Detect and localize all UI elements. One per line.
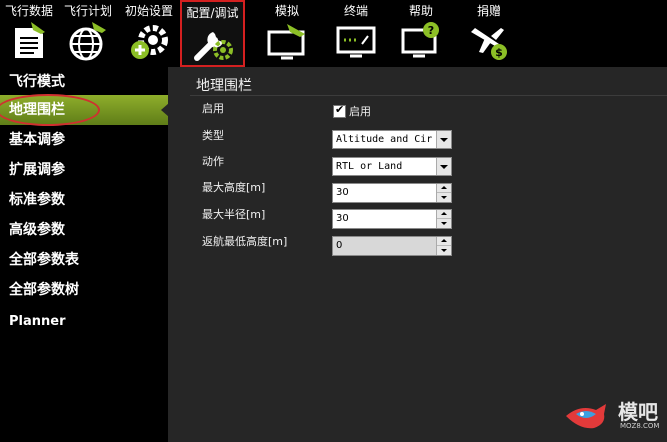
toolbar-label: 飞行数据 xyxy=(4,4,53,18)
globe-icon xyxy=(69,22,106,61)
toolbar-flight-data[interactable]: 飞行数据 xyxy=(2,0,56,67)
sidebar-item-label: 全部参数表 xyxy=(9,252,79,268)
toolbar-flight-plan[interactable]: 飞行计划 xyxy=(60,0,116,67)
max-altitude-value: 30 xyxy=(336,187,349,198)
monitor-help-icon: ? xyxy=(401,22,439,58)
sidebar-item-extended-tuning[interactable]: 扩展调参 xyxy=(0,155,168,185)
action-select[interactable]: RTL or Land xyxy=(332,157,452,176)
toolbar-help[interactable]: 帮助 ? xyxy=(392,0,450,67)
max-radius-label: 最大半径[m] xyxy=(202,208,266,221)
sidebar-item-label: 飞行模式 xyxy=(9,74,65,90)
toolbar-label: 初始设置 xyxy=(124,4,173,18)
sidebar-item-full-param-list[interactable]: 全部参数表 xyxy=(0,245,168,275)
toolbar-label: 终端 xyxy=(343,4,368,18)
toolbar-label: 模拟 xyxy=(274,4,299,18)
sidebar-item-standard-params[interactable]: 标准参数 xyxy=(0,185,168,215)
watermark-text: 模吧 xyxy=(618,400,658,424)
sidebar-item-geofence[interactable]: 地理围栏 xyxy=(0,94,169,126)
title-divider xyxy=(190,95,667,96)
wrench-gear-icon xyxy=(193,32,233,61)
watermark-url: MOZ8.COM xyxy=(620,422,660,430)
sidebar-item-label: 标准参数 xyxy=(9,192,65,208)
svg-text:$: $ xyxy=(495,46,503,59)
enable-checkbox[interactable]: ✔ xyxy=(333,103,346,118)
max-radius-input[interactable]: 30 xyxy=(332,209,452,229)
max-radius-value: 30 xyxy=(336,213,349,224)
geofence-panel: 地理围栏 启用 ✔ 启用 类型 Altitude and Cir 动作 RTL … xyxy=(168,67,667,442)
type-select-value: Altitude and Cir xyxy=(336,134,433,145)
toolbar-donate[interactable]: 捐赠 $ xyxy=(460,0,518,67)
sidebar-item-planner[interactable]: Planner xyxy=(0,307,168,337)
max-radius-stepper xyxy=(436,210,451,228)
flight-data-icon xyxy=(15,22,45,58)
decrement-icon[interactable] xyxy=(437,219,451,228)
gear-plus-icon xyxy=(131,25,168,59)
toolbar-initial-setup[interactable]: 初始设置 xyxy=(120,0,178,67)
svg-text:?: ? xyxy=(428,24,434,37)
toolbar-label: 飞行计划 xyxy=(63,4,112,18)
max-altitude-label: 最大高度[m] xyxy=(202,181,266,194)
chevron-down-icon[interactable] xyxy=(436,131,451,148)
sidebar-item-flight-modes[interactable]: 飞行模式 xyxy=(0,67,168,97)
sidebar-item-label: 全部参数树 xyxy=(9,282,79,298)
toolbar-label: 帮助 xyxy=(408,4,433,18)
sidebar-item-advanced-params[interactable]: 高级参数 xyxy=(0,215,168,245)
rtl-min-altitude-label: 返航最低高度[m] xyxy=(202,235,288,248)
checkmark-icon: ✔ xyxy=(335,103,345,116)
sidebar: 飞行模式 地理围栏 基本调参 扩展调参 标准参数 高级参数 全部参数表 全部参数… xyxy=(0,67,169,442)
decrement-icon[interactable] xyxy=(437,193,451,202)
sidebar-item-label: Planner xyxy=(9,314,66,329)
top-toolbar: 飞行数据 飞行计划 初始设置 配置/调试 模拟 终端 帮助 ? 捐赠 $ xyxy=(0,0,667,67)
enable-label: 启用 xyxy=(202,102,224,115)
action-select-value: RTL or Land xyxy=(336,161,403,172)
max-altitude-input[interactable]: 30 xyxy=(332,183,452,203)
highlight-ellipse xyxy=(0,94,100,126)
plane-dollar-icon: $ xyxy=(471,28,507,60)
monitor-plane-icon xyxy=(267,24,305,60)
increment-icon[interactable] xyxy=(437,237,451,246)
sidebar-item-basic-tuning[interactable]: 基本调参 xyxy=(0,125,168,155)
action-label: 动作 xyxy=(202,155,224,168)
chevron-down-icon[interactable] xyxy=(436,158,451,175)
toolbar-terminal[interactable]: 终端 xyxy=(328,0,384,67)
enable-checkbox-label[interactable]: 启用 xyxy=(349,103,371,119)
increment-icon[interactable] xyxy=(437,210,451,219)
rtl-min-altitude-input[interactable]: 0 xyxy=(332,236,452,256)
sidebar-item-label: 高级参数 xyxy=(9,222,65,238)
sidebar-item-label: 基本调参 xyxy=(9,132,65,148)
monitor-terminal-icon xyxy=(336,26,376,58)
rtl-min-altitude-value: 0 xyxy=(336,240,343,251)
toolbar-label: 捐赠 xyxy=(476,4,501,18)
panel-title: 地理围栏 xyxy=(196,78,252,94)
type-select[interactable]: Altitude and Cir xyxy=(332,130,452,149)
rtl-min-altitude-stepper xyxy=(436,237,451,255)
max-altitude-stepper xyxy=(436,184,451,202)
type-label: 类型 xyxy=(202,129,224,142)
toolbar-config-tuning[interactable]: 配置/调试 xyxy=(180,0,245,67)
sidebar-item-label: 扩展调参 xyxy=(9,162,65,178)
sidebar-item-full-param-tree[interactable]: 全部参数树 xyxy=(0,275,168,305)
toolbar-simulation[interactable]: 模拟 xyxy=(252,0,322,67)
increment-icon[interactable] xyxy=(437,184,451,193)
toolbar-label: 配置/调试 xyxy=(186,6,239,20)
decrement-icon[interactable] xyxy=(437,246,451,255)
